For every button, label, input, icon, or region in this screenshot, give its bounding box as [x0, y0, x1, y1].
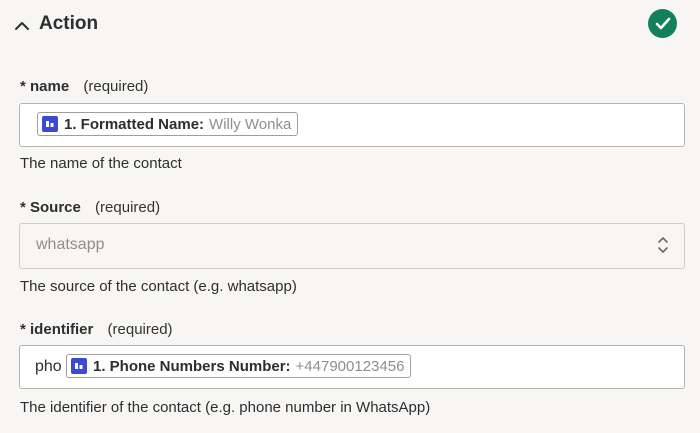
required-marker: *: [20, 199, 26, 216]
mapped-field-pill[interactable]: 1. Formatted Name: Willy Wonka: [37, 112, 299, 136]
collapse-toggle[interactable]: [12, 14, 32, 38]
required-marker: *: [20, 321, 26, 338]
pill-value: +447900123456: [295, 357, 405, 375]
identifier-field-label: * identifier (required): [20, 321, 173, 338]
chevron-up-icon: [15, 22, 29, 30]
name-input[interactable]: 1. Formatted Name: Willy Wonka: [19, 103, 685, 147]
pill-value: Willy Wonka: [209, 115, 292, 133]
name-field-label: * name (required): [20, 78, 148, 95]
label-text: name: [30, 78, 70, 95]
check-icon: [655, 17, 670, 30]
source-help-text: The source of the contact (e.g. whatsapp…: [20, 278, 297, 295]
app-icon: [71, 358, 87, 374]
pill-label: 1. Formatted Name:: [64, 115, 205, 133]
status-badge: [648, 9, 677, 38]
select-value: whatsapp: [36, 236, 105, 253]
required-marker: *: [20, 78, 26, 95]
required-text: (required): [95, 199, 161, 216]
label-text: Source: [30, 199, 81, 216]
app-icon: [42, 116, 58, 132]
typed-text: pho: [35, 358, 62, 375]
source-select[interactable]: whatsapp: [19, 223, 685, 269]
section-title: Action: [39, 13, 99, 34]
section-header[interactable]: Action: [0, 0, 700, 52]
source-field-label: * Source (required): [20, 199, 160, 216]
name-help-text: The name of the contact: [20, 155, 182, 172]
required-text: (required): [107, 321, 173, 338]
select-arrows-icon: [658, 237, 668, 253]
pill-label: 1. Phone Numbers Number:: [93, 357, 291, 375]
action-section: Action * name (required) 1. Formatted Na…: [0, 0, 700, 433]
mapped-field-pill[interactable]: 1. Phone Numbers Number: +447900123456: [66, 354, 412, 378]
identifier-input[interactable]: pho 1. Phone Numbers Number: +4479001234…: [19, 345, 685, 389]
identifier-help-text: The identifier of the contact (e.g. phon…: [20, 399, 431, 416]
required-text: (required): [83, 78, 149, 95]
label-text: identifier: [30, 321, 94, 338]
